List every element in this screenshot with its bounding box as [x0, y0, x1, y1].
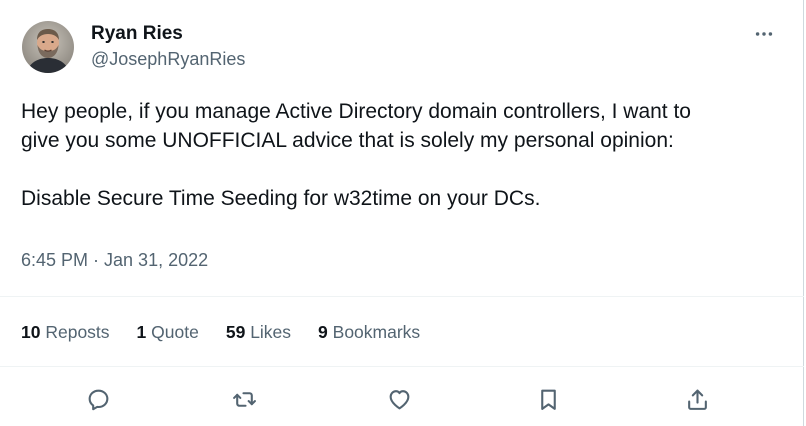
avatar[interactable] [22, 21, 74, 73]
bookmarks-stat[interactable]: 9 Bookmarks [318, 320, 420, 344]
likes-stat[interactable]: 59 Likes [226, 320, 291, 344]
repost-icon [232, 391, 256, 407]
divider-top [0, 296, 804, 297]
quotes-stat[interactable]: 1 Quote [137, 320, 199, 344]
heart-icon [389, 389, 409, 409]
avatar-photo-icon [22, 21, 74, 73]
bookmarks-label: Bookmarks [332, 322, 421, 342]
author-handle[interactable]: @JosephRyanRies [91, 47, 245, 71]
likes-count: 59 [225, 322, 246, 342]
reposts-label: Reposts [45, 322, 110, 342]
tweet-stats: 10 Reposts 1 Quote 59 Likes 9 Bookmarks [21, 320, 447, 344]
tweet-paragraph-2: Disable Secure Time Seeding for w32time … [21, 187, 541, 210]
repost-button[interactable] [231, 386, 257, 412]
bookmark-icon [540, 389, 556, 410]
more-options-button[interactable] [749, 22, 779, 46]
more-options-icon [755, 32, 773, 36]
share-button[interactable] [684, 386, 710, 412]
tweet-timestamp[interactable]: 6:45 PM · Jan 31, 2022 [21, 248, 208, 272]
tweet-card: Ryan Ries @JosephRyanRies Hey people, if… [0, 0, 804, 426]
reply-icon [88, 389, 108, 410]
divider-bottom [0, 366, 804, 367]
likes-label: Likes [250, 322, 292, 342]
bookmark-button[interactable] [535, 386, 561, 412]
bookmarks-count: 9 [318, 322, 328, 342]
quotes-count: 1 [136, 322, 147, 342]
author-display-name[interactable]: Ryan Ries [91, 22, 245, 46]
tweet-actions [0, 382, 804, 416]
author-info: Ryan Ries @JosephRyanRies [91, 22, 245, 71]
reposts-count: 10 [21, 322, 41, 342]
tweet-paragraph-1: Hey people, if you manage Active Directo… [21, 100, 691, 152]
tweet-text: Hey people, if you manage Active Directo… [21, 97, 791, 213]
reposts-stat[interactable]: 10 Reposts [21, 320, 110, 344]
share-icon [687, 389, 707, 410]
like-button[interactable] [386, 386, 412, 412]
reply-button[interactable] [85, 386, 111, 412]
quotes-label: Quote [151, 322, 199, 342]
